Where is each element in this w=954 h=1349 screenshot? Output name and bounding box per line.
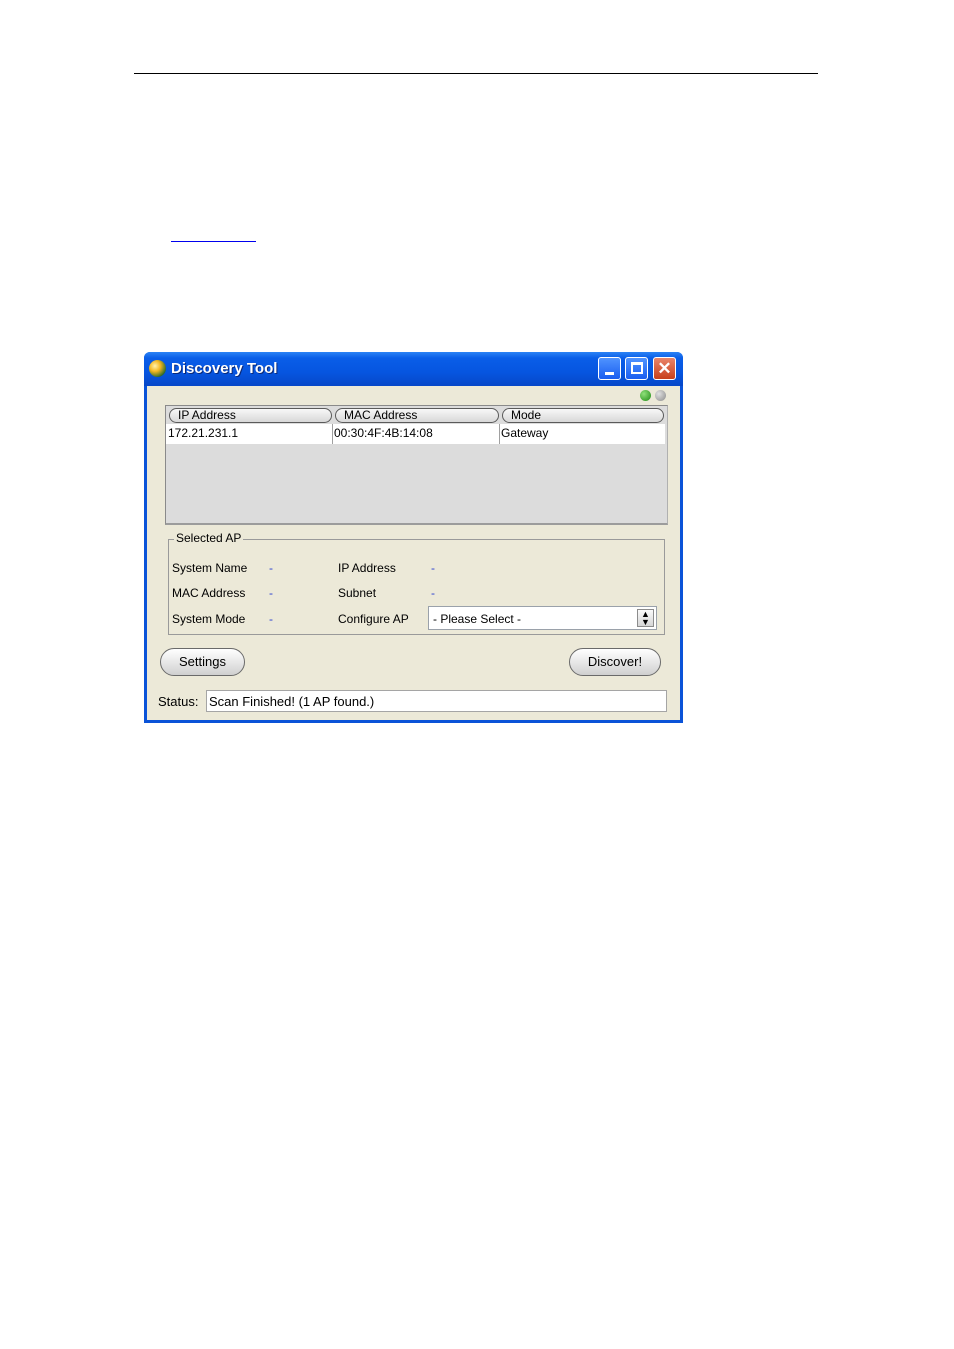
configure-ap-label: Configure AP [338,612,409,626]
status-label: Status: [158,694,199,709]
ap-list[interactable]: IP Address MAC Address Mode 172.21.231.1… [165,405,668,525]
table-row[interactable]: 172.21.231.1 00:30:4F:4B:14:08 Gateway [166,424,665,444]
ip-address-label: IP Address [338,561,396,575]
configure-ap-selected-value: - Please Select - [433,612,522,626]
cell-mac-address: 00:30:4F:4B:14:08 [334,426,433,440]
column-header-mac-address[interactable]: MAC Address [335,408,499,423]
spinner-arrows-icon[interactable]: ▲ ▼ [637,609,654,627]
close-button[interactable]: ✕ [653,357,676,380]
minimize-button[interactable] [598,357,621,380]
mac-address-label: MAC Address [172,586,246,600]
page-header-rule [134,73,818,74]
system-name-value: - [269,561,273,575]
discovery-globe-icon [149,360,166,377]
maximize-icon [631,362,643,374]
mac-address-value: - [269,586,273,600]
discovery-tool-window: Discovery Tool ✕ IP Address MAC Address … [144,352,683,723]
cell-separator [332,424,333,444]
close-icon: ✕ [657,359,672,378]
status-led-green-icon [640,390,651,401]
subnet-label: Subnet [338,586,377,600]
settings-button[interactable]: Settings [160,648,245,676]
selected-ap-group: Selected AP System Name - MAC Address - … [168,531,665,635]
maximize-button[interactable] [625,357,648,380]
window-client-area: IP Address MAC Address Mode 172.21.231.1… [147,386,680,720]
page-link-underline [171,241,256,242]
status-text: Scan Finished! (1 AP found.) [206,690,667,712]
cell-ip-address: 172.21.231.1 [168,426,239,440]
group-legend: Selected AP [174,531,244,545]
title-bar[interactable]: Discovery Tool ✕ [144,352,683,386]
ip-address-value: - [431,561,435,575]
cell-separator [499,424,500,444]
discover-button[interactable]: Discover! [569,648,661,676]
configure-ap-select[interactable]: - Please Select - ▲ ▼ [428,606,657,630]
column-header-mode[interactable]: Mode [502,408,664,423]
system-mode-label: System Mode [172,612,246,626]
system-name-label: System Name [172,561,248,575]
window-title: Discovery Tool [171,360,278,377]
subnet-value: - [431,586,435,600]
cell-mode: Gateway [501,426,549,440]
minimize-icon [605,372,614,375]
status-led-gray-icon [655,390,666,401]
system-mode-value: - [269,612,273,626]
column-header-ip-address[interactable]: IP Address [169,408,332,423]
